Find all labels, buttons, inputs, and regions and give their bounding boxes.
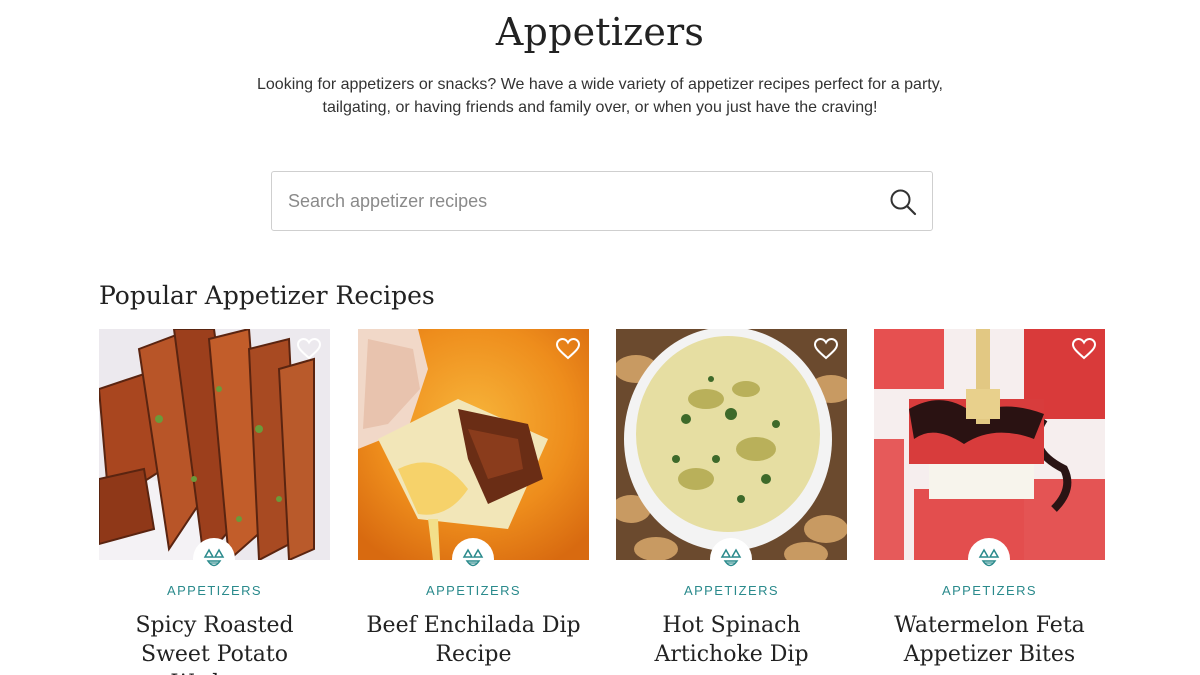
chips-icon xyxy=(203,548,225,567)
recipe-card[interactable]: APPETIZERS Spicy Roasted Sweet Potato We… xyxy=(99,329,330,675)
search-icon xyxy=(890,189,917,216)
recipe-category[interactable]: APPETIZERS xyxy=(874,583,1105,598)
recipe-title[interactable]: Watermelon Feta Appetizer Bites xyxy=(874,611,1105,669)
heart-icon[interactable] xyxy=(1072,338,1096,360)
appetizer-category-badge xyxy=(452,538,494,580)
enchilada-dip-photo xyxy=(358,329,589,560)
spinach-artichoke-dip-photo xyxy=(616,329,847,560)
appetizer-category-badge xyxy=(968,538,1010,580)
chips-icon xyxy=(978,548,1000,567)
recipe-title[interactable]: Hot Spinach Artichoke Dip xyxy=(616,611,847,669)
page-title: Appetizers xyxy=(495,10,705,54)
recipe-category[interactable]: APPETIZERS xyxy=(99,583,330,598)
recipe-title[interactable]: Spicy Roasted Sweet Potato Wedges xyxy=(99,611,330,675)
appetizer-category-badge xyxy=(710,538,752,580)
chips-icon xyxy=(720,548,742,567)
chips-icon xyxy=(462,548,484,567)
recipe-image[interactable] xyxy=(874,329,1105,560)
search-input[interactable] xyxy=(273,173,873,229)
section-heading: Popular Appetizer Recipes xyxy=(99,281,435,310)
recipe-image[interactable] xyxy=(358,329,589,560)
search-button[interactable] xyxy=(888,187,918,217)
recipe-card[interactable]: APPETIZERS Hot Spinach Artichoke Dip xyxy=(616,329,847,675)
recipe-image[interactable] xyxy=(99,329,330,560)
recipe-image[interactable] xyxy=(616,329,847,560)
recipe-category[interactable]: APPETIZERS xyxy=(616,583,847,598)
recipe-card[interactable]: APPETIZERS Watermelon Feta Appetizer Bit… xyxy=(874,329,1105,675)
recipe-card[interactable]: APPETIZERS Beef Enchilada Dip Recipe xyxy=(358,329,589,675)
heart-icon[interactable] xyxy=(297,338,321,360)
watermelon-feta-bites-photo xyxy=(874,329,1105,560)
appetizer-category-badge xyxy=(193,538,235,580)
sweet-potato-wedges-photo xyxy=(99,329,330,560)
page-description: Looking for appetizers or snacks? We hav… xyxy=(257,76,943,116)
recipe-title[interactable]: Beef Enchilada Dip Recipe xyxy=(358,611,589,669)
heart-icon[interactable] xyxy=(814,338,838,360)
recipe-category[interactable]: APPETIZERS xyxy=(358,583,589,598)
search-bar xyxy=(271,171,933,231)
heart-icon[interactable] xyxy=(556,338,580,360)
